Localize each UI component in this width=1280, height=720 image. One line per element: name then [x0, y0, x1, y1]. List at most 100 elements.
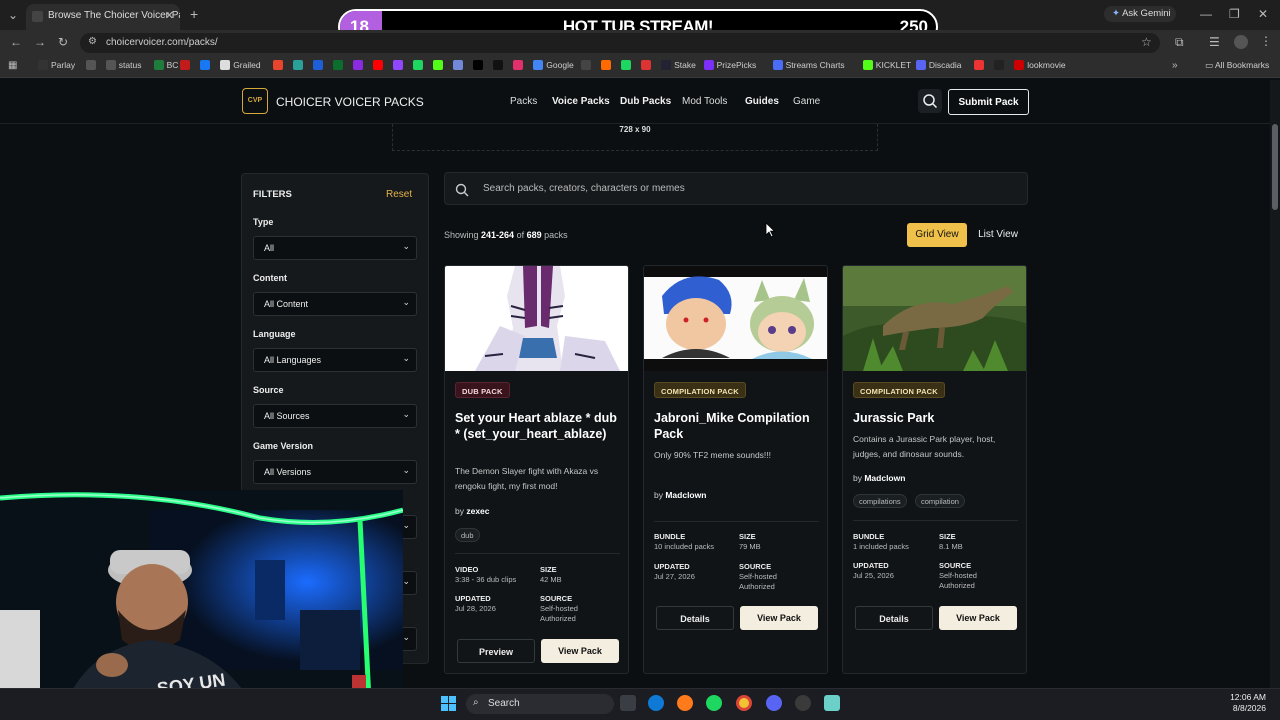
window-close-icon[interactable]: ✕: [1258, 7, 1268, 21]
view-pack-button[interactable]: View Pack: [740, 606, 818, 630]
bookmark-item[interactable]: [513, 60, 526, 70]
bookmark-item[interactable]: [333, 60, 346, 70]
maximize-icon[interactable]: ❐: [1229, 7, 1240, 21]
nav-guides[interactable]: Guides: [745, 96, 779, 107]
pack-tag[interactable]: compilations: [853, 494, 907, 508]
bookmark-item[interactable]: Stake: [661, 60, 696, 70]
bookmark-item[interactable]: status: [105, 60, 141, 70]
scrollbar-thumb[interactable]: [1272, 124, 1278, 210]
bookmark-item[interactable]: [994, 60, 1007, 70]
profile-avatar[interactable]: [1234, 35, 1248, 49]
pack-author-name[interactable]: zexec: [466, 506, 489, 516]
chrome-icon[interactable]: [736, 695, 752, 711]
spotify-icon[interactable]: [706, 695, 722, 711]
pack-title[interactable]: Jabroni_Mike Compilation Pack: [654, 410, 819, 442]
site-info-icon[interactable]: ⚙: [88, 36, 97, 47]
grid-view-button[interactable]: Grid View: [907, 223, 967, 247]
bookmark-item[interactable]: Streams Charts: [772, 60, 845, 70]
bookmark-item[interactable]: [621, 60, 634, 70]
nav-packs[interactable]: Packs: [510, 96, 537, 107]
bookmark-item[interactable]: KICKLET: [862, 60, 911, 70]
bookmark-item[interactable]: Grailed: [220, 60, 261, 70]
view-pack-button[interactable]: View Pack: [541, 639, 619, 663]
list-view-button[interactable]: List View: [972, 223, 1024, 247]
site-search-button[interactable]: [918, 89, 942, 113]
bookmark-item[interactable]: [85, 60, 99, 70]
bookmark-item[interactable]: lookmovie: [1014, 60, 1066, 70]
pack-title[interactable]: Set your Heart ablaze * dub * (set_your_…: [455, 410, 620, 442]
bookmark-item[interactable]: [453, 60, 466, 70]
bookmark-item[interactable]: [493, 60, 506, 70]
bookmark-item[interactable]: [273, 60, 286, 70]
bookmark-item[interactable]: BC: [153, 60, 178, 70]
bookmark-item[interactable]: Google: [533, 60, 574, 70]
all-bookmarks[interactable]: ▭ All Bookmarks: [1205, 60, 1269, 71]
discord-icon[interactable]: [766, 695, 782, 711]
pack-thumbnail[interactable]: [445, 266, 628, 371]
bookmark-star-icon[interactable]: ☆: [1141, 35, 1152, 49]
task-view-icon[interactable]: [620, 695, 636, 711]
pack-tag[interactable]: dub: [455, 528, 480, 542]
bookmark-item[interactable]: [641, 60, 654, 70]
bookmark-item[interactable]: Discadia: [915, 60, 962, 70]
tab-close-icon[interactable]: ✕: [165, 9, 174, 22]
pack-card[interactable]: COMPILATION PACK Jabroni_Mike Compilatio…: [643, 265, 828, 674]
page-scrollbar[interactable]: [1270, 80, 1280, 688]
site-logo[interactable]: CVP: [242, 88, 268, 114]
firefox-icon[interactable]: [677, 695, 693, 711]
pack-author-name[interactable]: Madclown: [665, 490, 706, 500]
windows-start-icon[interactable]: [441, 696, 456, 711]
nav-mod-tools[interactable]: Mod Tools: [682, 96, 727, 107]
nav-voice-packs[interactable]: Voice Packs: [552, 96, 610, 107]
view-pack-button[interactable]: View Pack: [939, 606, 1017, 630]
back-icon[interactable]: ←: [10, 35, 22, 49]
bookmark-item[interactable]: [313, 60, 326, 70]
bookmark-item[interactable]: [473, 60, 486, 70]
nav-game[interactable]: Game: [793, 96, 820, 107]
address-bar[interactable]: choicervoicer.com/packs/: [80, 33, 1160, 53]
bookmark-item[interactable]: [433, 60, 446, 70]
submit-pack-button[interactable]: Submit Pack: [948, 89, 1029, 115]
pack-tag[interactable]: compilation: [915, 494, 965, 508]
pack-author-name[interactable]: Madclown: [864, 473, 905, 483]
browser-tab[interactable]: Browse The Choicer Voicer Pack ✕: [26, 4, 180, 30]
taskbar-clock[interactable]: 12:06 AM 8/8/2026: [1200, 692, 1266, 714]
pack-card[interactable]: COMPILATION PACK Jurassic Park Contains …: [842, 265, 1027, 674]
filter-select[interactable]: All Content ⌄: [253, 292, 417, 316]
ask-gemini-button[interactable]: ✦ Ask Gemini: [1104, 6, 1176, 22]
bookmark-item[interactable]: [200, 60, 213, 70]
bookmark-item[interactable]: [974, 60, 987, 70]
filter-select[interactable]: All Languages ⌄: [253, 348, 417, 372]
notepad-icon[interactable]: [824, 695, 840, 711]
bookmark-item[interactable]: Parlay: [38, 60, 75, 70]
extensions-icon[interactable]: ⧉: [1175, 35, 1184, 50]
filters-reset-button[interactable]: Reset: [386, 189, 412, 200]
filter-select[interactable]: All Sources ⌄: [253, 404, 417, 428]
tab-search-icon[interactable]: ⌄: [8, 8, 18, 22]
bookmark-item[interactable]: [413, 60, 426, 70]
bookmark-item[interactable]: [180, 60, 193, 70]
bookmarks-overflow-icon[interactable]: »: [1172, 60, 1178, 71]
filter-select[interactable]: All ⌄: [253, 236, 417, 260]
nav-dub-packs[interactable]: Dub Packs: [620, 96, 671, 107]
pack-title[interactable]: Jurassic Park: [853, 410, 1018, 426]
site-brand[interactable]: CHOICER VOICER PACKS: [276, 95, 424, 109]
new-tab-icon[interactable]: +: [190, 6, 198, 22]
taskbar-search[interactable]: ⌕ Search: [466, 694, 614, 714]
pack-card[interactable]: DUB PACK Set your Heart ablaze * dub * (…: [444, 265, 629, 674]
forward-icon[interactable]: →: [34, 35, 46, 49]
pack-thumbnail[interactable]: [843, 266, 1026, 371]
bookmark-item[interactable]: [373, 60, 386, 70]
bookmark-item[interactable]: [393, 60, 406, 70]
minimize-icon[interactable]: —: [1200, 7, 1212, 21]
settings-icon[interactable]: [795, 695, 811, 711]
bookmark-item[interactable]: [353, 60, 366, 70]
bookmark-item[interactable]: PrizePicks: [703, 60, 756, 70]
bookmark-item[interactable]: [601, 60, 614, 70]
reading-list-icon[interactable]: ☰: [1209, 35, 1220, 49]
details-button[interactable]: Details: [656, 606, 734, 630]
chrome-menu-icon[interactable]: ⋮: [1260, 34, 1272, 48]
apps-grid-icon[interactable]: ▦: [8, 60, 17, 71]
edge-icon[interactable]: [648, 695, 664, 711]
bookmark-item[interactable]: [293, 60, 306, 70]
